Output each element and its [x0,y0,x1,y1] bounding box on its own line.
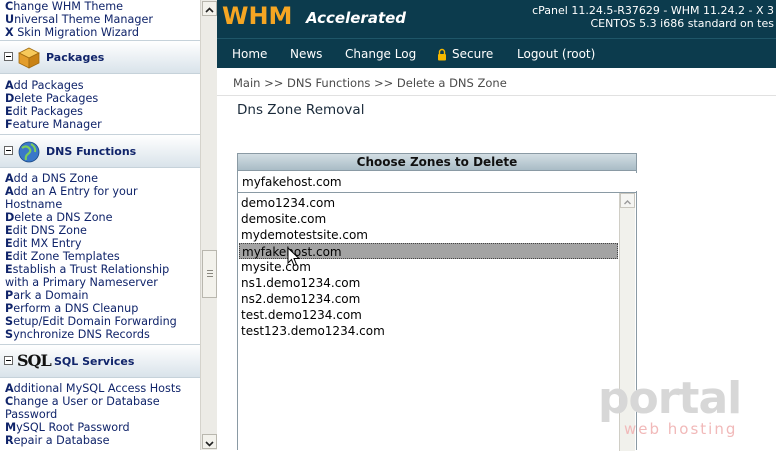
sidebar-link-change-user-db-cont[interactable]: Password [5,408,57,421]
zone-listbox[interactable]: demo1234.com demosite.com mydemotestsite… [238,192,636,451]
package-box-icon [18,47,40,69]
sidebar-link-repair-database[interactable]: Repair a Database [5,434,110,447]
sidebar-link-delete-packages[interactable]: Delete Packages [5,92,98,105]
sidebar-link-change-whm-theme[interactable]: Change WHM Theme [5,0,123,13]
whm-logo: WHM [222,2,293,30]
zone-option[interactable]: mydemotestsite.com [239,227,618,243]
collapse-icon[interactable] [4,146,13,155]
section-header-packages[interactable]: Packages [0,40,200,74]
zone-option[interactable]: test123.demo1234.com [239,323,618,339]
sidebar-link-edit-mx-entry[interactable]: Edit MX Entry [5,237,81,250]
sidebar-link-add-dns-zone[interactable]: Add a DNS Zone [5,172,98,185]
main-nav: Home News Change Log Secure Logout (root… [217,38,776,68]
zone-box-header: Choose Zones to Delete [238,154,636,171]
os-info: CENTOS 5.3 i686 standard on tes [590,17,774,30]
sidebar-link-add-a-entry-cont[interactable]: Hostname [5,198,62,211]
sidebar-link-domain-forwarding[interactable]: Setup/Edit Domain Forwarding [5,315,177,328]
section-title-packages: Packages [46,51,105,64]
sidebar-link-feature-manager[interactable]: Feature Manager [5,118,102,131]
mouse-cursor-icon [287,247,301,267]
sidebar: Change WHM Theme Universal Theme Manager… [0,0,200,450]
sidebar-link-add-a-entry[interactable]: Add an A Entry for your [5,185,138,198]
sidebar-link-establish-trust[interactable]: Establish a Trust Relationship [5,263,169,276]
nav-logout[interactable]: Logout (root) [517,47,595,61]
section-title-sql-services: SQL Services [54,355,135,368]
sidebar-link-change-user-db[interactable]: Change a User or Database [5,395,160,408]
top-header: WHM Accelerated cPanel 11.24.5-R37629 - … [217,0,776,38]
globe-icon [18,141,40,163]
sidebar-link-edit-zone-templates[interactable]: Edit Zone Templates [5,250,120,263]
version-info: cPanel 11.24.5-R37629 - WHM 11.24.2 - X … [532,4,774,17]
breadcrumb: Main >> DNS Functions >> Delete a DNS Zo… [217,68,776,96]
sidebar-link-universal-theme-manager[interactable]: Universal Theme Manager [5,13,153,26]
collapse-icon[interactable] [4,52,13,61]
zone-filter-input[interactable] [240,173,638,191]
breadcrumb-text[interactable]: Main >> DNS Functions >> Delete a DNS Zo… [233,76,507,90]
sidebar-link-x-skin-migration-wizard[interactable]: X Skin Migration Wizard [5,26,139,39]
nav-home[interactable]: Home [232,47,267,61]
chevron-down-icon [205,441,214,447]
chevron-up-icon [205,7,214,13]
page-title: Dns Zone Removal [237,102,365,118]
zone-option[interactable]: demosite.com [239,211,618,227]
section-header-sql-services[interactable]: SQL SQL Services [0,344,200,378]
zone-selection-box: Choose Zones to Delete demo1234.com demo… [237,153,638,451]
zone-list-scroll-up[interactable] [620,193,635,208]
sidebar-scrollbar[interactable] [200,0,217,450]
scroll-thumb[interactable] [202,250,217,298]
scroll-down-button[interactable] [202,434,217,449]
watermark-logo: portal [598,373,742,424]
zone-option[interactable]: ns2.demo1234.com [239,291,618,307]
sidebar-link-mysql-root-password[interactable]: MySQL Root Password [5,421,130,434]
watermark-subtitle: web hosting [624,420,738,438]
scroll-up-button[interactable] [202,1,217,16]
chevron-up-icon [624,200,631,205]
sidebar-link-park-domain[interactable]: Park a Domain [5,289,89,302]
sql-logo: SQL [17,351,52,370]
sidebar-link-synchronize-dns[interactable]: Synchronize DNS Records [5,328,150,341]
lock-icon [438,48,446,61]
zone-option[interactable]: demo1234.com [239,195,618,211]
section-header-dns-functions[interactable]: DNS Functions [0,134,200,168]
zone-option[interactable]: ns1.demo1234.com [239,275,618,291]
section-title-dns-functions: DNS Functions [46,145,137,158]
sidebar-link-edit-packages[interactable]: Edit Packages [5,105,83,118]
nav-change-log[interactable]: Change Log [345,47,416,61]
sidebar-link-additional-mysql-hosts[interactable]: Additional MySQL Access Hosts [5,382,181,395]
sidebar-link-establish-trust-cont[interactable]: with a Primary Nameserver [5,276,158,289]
sidebar-link-add-packages[interactable]: Add Packages [5,79,84,92]
whm-logo-accelerated: Accelerated [306,9,407,27]
sidebar-link-dns-cleanup[interactable]: Perform a DNS Cleanup [5,302,138,315]
nav-news[interactable]: News [290,47,322,61]
sidebar-link-delete-dns-zone[interactable]: Delete a DNS Zone [5,211,113,224]
sidebar-link-edit-dns-zone[interactable]: Edit DNS Zone [5,224,87,237]
collapse-icon[interactable] [4,356,13,365]
nav-secure[interactable]: Secure [452,47,493,61]
zone-option[interactable]: test.demo1234.com [239,307,618,323]
